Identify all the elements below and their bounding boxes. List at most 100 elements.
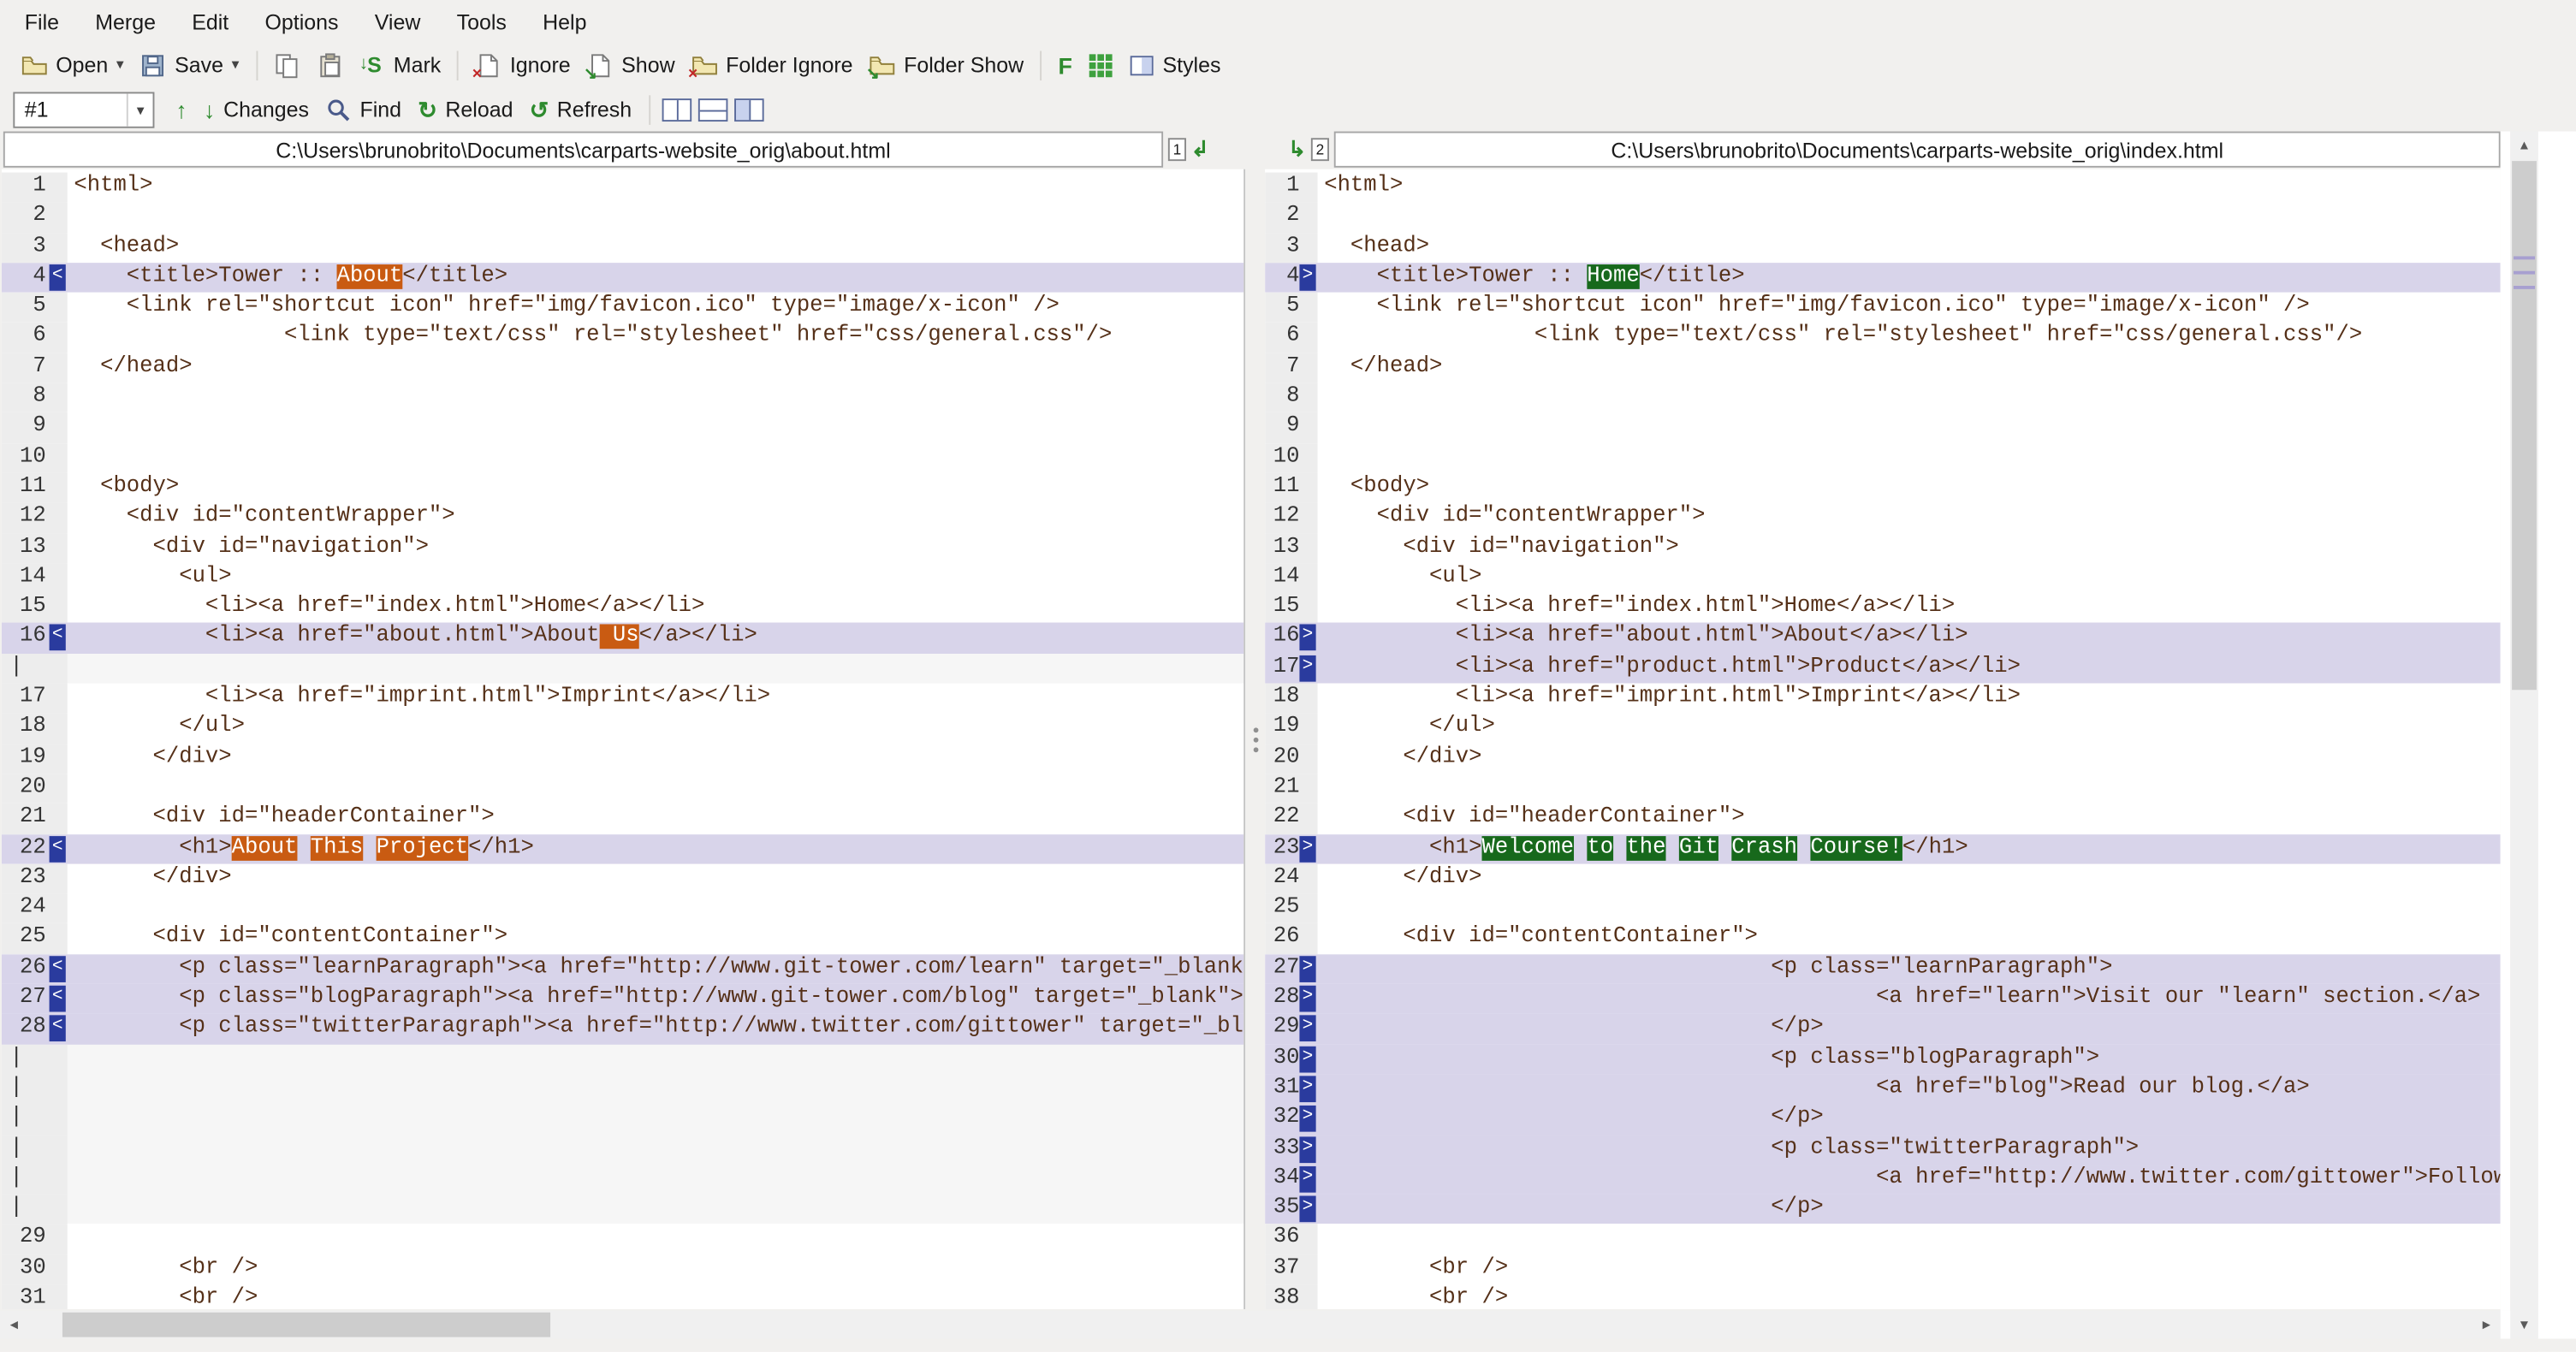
copy-button[interactable] <box>265 47 308 83</box>
code-line[interactable]: <div id="navigation"> <box>1318 533 2501 563</box>
scroll-down-icon[interactable]: ▼ <box>2510 1311 2538 1339</box>
menu-merge[interactable]: Merge <box>77 1 174 42</box>
code-line[interactable] <box>68 1074 1243 1104</box>
code-line[interactable] <box>1318 413 2501 443</box>
scroll-up-icon[interactable]: ▲ <box>2510 132 2538 160</box>
code-line[interactable]: <div id="contentWrapper"> <box>1318 503 2501 533</box>
code-line[interactable] <box>68 774 1243 803</box>
code-line[interactable]: </div> <box>1318 863 2501 893</box>
code-line[interactable]: <link type="text/css" rel="stylesheet" h… <box>1318 323 2501 353</box>
code-line[interactable]: <html> <box>68 173 1243 203</box>
code-line[interactable]: <h1>Welcome to the Git Crash Course!</h1… <box>1318 833 2501 863</box>
code-line[interactable] <box>68 1225 1243 1254</box>
code-line[interactable]: </head> <box>1318 353 2501 382</box>
code-line[interactable]: <p class="learnParagraph"> <box>1318 954 2501 984</box>
font-button[interactable]: F <box>1050 47 1081 83</box>
code-line[interactable]: <div id="headerContainer"> <box>68 803 1243 833</box>
code-line[interactable]: <br /> <box>1318 1284 2501 1309</box>
code-line[interactable]: </div> <box>68 863 1243 893</box>
code-line[interactable] <box>68 1104 1243 1134</box>
combobox-caret-icon[interactable]: ▾ <box>126 92 153 126</box>
open-button[interactable]: Open ▾ <box>13 47 132 83</box>
code-line[interactable]: <h1>About This Project</h1> <box>68 833 1243 863</box>
save-dropdown-caret[interactable]: ▾ <box>232 56 240 74</box>
code-line[interactable]: <br /> <box>1318 1254 2501 1284</box>
scroll-right-icon[interactable]: ► <box>2472 1311 2501 1339</box>
code-line[interactable]: <div id="navigation"> <box>68 533 1243 563</box>
code-line[interactable]: </p> <box>1318 1014 2501 1044</box>
styles-button[interactable]: Styles <box>1120 47 1229 83</box>
layout-vertical-split-icon[interactable] <box>661 98 691 122</box>
code-line[interactable] <box>68 413 1243 443</box>
code-line[interactable]: <title>Tower :: About</title> <box>68 263 1243 293</box>
code-line[interactable]: <ul> <box>1318 563 2501 593</box>
code-line[interactable] <box>68 1165 1243 1195</box>
code-line[interactable]: <li><a href="about.html">About</a></li> <box>1318 623 2501 653</box>
left-code-pane[interactable]: 1 <html> 2 3 <head> 4 < <title>Tower :: About… <box>1 169 1246 1309</box>
code-line[interactable]: <link type="text/css" rel="stylesheet" h… <box>68 323 1243 353</box>
folder-ignore-button[interactable]: × Folder Ignore <box>683 47 861 83</box>
code-line[interactable]: <head> <box>68 233 1243 263</box>
code-line[interactable]: <a href="http://www.twitter.com/gittower… <box>1318 1165 2501 1195</box>
code-line[interactable] <box>68 1195 1243 1225</box>
splitter-grip-icon[interactable] <box>1250 727 1261 753</box>
horizontal-scrollbar[interactable]: ◄ ► <box>0 1310 2501 1339</box>
find-button[interactable]: Find <box>318 92 410 127</box>
code-line[interactable]: <div id="headerContainer"> <box>1318 803 2501 833</box>
menu-edit[interactable]: Edit <box>174 1 246 42</box>
code-line[interactable]: </div> <box>68 744 1243 774</box>
code-line[interactable] <box>1318 1225 2501 1254</box>
code-line[interactable]: <li><a href="product.html">Product</a></… <box>1318 654 2501 684</box>
code-line[interactable]: <li><a href="imprint.html">Imprint</a></… <box>1318 684 2501 714</box>
code-line[interactable] <box>68 203 1243 233</box>
paste-button[interactable] <box>308 47 351 83</box>
menu-help[interactable]: Help <box>525 1 605 42</box>
copy-to-left-icon[interactable]: ↲ <box>1191 136 1209 163</box>
code-line[interactable] <box>68 1135 1243 1165</box>
code-line[interactable]: <head> <box>1318 233 2501 263</box>
code-line[interactable]: <li><a href="about.html">About Us</a></l… <box>68 623 1243 653</box>
code-line[interactable]: <br /> <box>68 1284 1243 1309</box>
copy-to-right-icon[interactable]: ↳ <box>1288 136 1306 163</box>
vertical-scrollbar[interactable]: ▲ ▼ <box>2510 131 2538 1339</box>
code-line[interactable]: <li><a href="index.html">Home</a></li> <box>1318 593 2501 623</box>
code-line[interactable]: <a href="learn">Visit our "learn" sectio… <box>1318 984 2501 1014</box>
code-line[interactable]: <link rel="shortcut icon" href="img/favi… <box>1318 293 2501 323</box>
code-line[interactable]: <a href="blog">Read our blog.</a> <box>1318 1074 2501 1104</box>
code-line[interactable]: <ul> <box>68 563 1243 593</box>
code-line[interactable]: <p class="blogParagraph"> <box>1318 1044 2501 1074</box>
code-line[interactable]: <p class="learnParagraph"><a href="http:… <box>68 954 1243 984</box>
code-line[interactable]: <p class="twitterParagraph"> <box>1318 1135 2501 1165</box>
code-line[interactable]: <div id="contentContainer"> <box>68 924 1243 954</box>
code-line[interactable] <box>68 1044 1243 1074</box>
code-line[interactable]: <body> <box>1318 473 2501 503</box>
code-line[interactable] <box>68 894 1243 924</box>
code-line[interactable]: <p class="blogParagraph"><a href="http:/… <box>68 984 1243 1014</box>
code-line[interactable]: <div id="contentContainer"> <box>1318 924 2501 954</box>
folder-show-button[interactable]: ↘ Folder Show <box>861 47 1032 83</box>
code-line[interactable] <box>1318 443 2501 473</box>
grid-view-button[interactable] <box>1081 48 1120 82</box>
open-dropdown-caret[interactable]: ▾ <box>116 56 124 74</box>
code-line[interactable] <box>68 654 1243 684</box>
next-change-button[interactable]: ↓ Changes <box>195 92 317 127</box>
code-line[interactable] <box>68 382 1243 412</box>
code-line[interactable] <box>1318 382 2501 412</box>
layout-horizontal-split-icon[interactable] <box>697 98 727 122</box>
pane-splitter[interactable] <box>1245 169 1266 1309</box>
code-line[interactable] <box>1318 774 2501 803</box>
layout-single-pane-icon[interactable] <box>733 98 763 122</box>
menu-view[interactable]: View <box>357 1 439 42</box>
reload-button[interactable]: ↻ Reload <box>410 92 521 127</box>
menu-options[interactable]: Options <box>246 1 356 42</box>
code-line[interactable] <box>1318 894 2501 924</box>
code-line[interactable]: <li><a href="imprint.html">Imprint</a></… <box>68 684 1243 714</box>
menu-file[interactable]: File <box>7 1 77 42</box>
code-line[interactable]: <li><a href="index.html">Home</a></li> <box>68 593 1243 623</box>
code-line[interactable]: </head> <box>68 353 1243 382</box>
code-line[interactable]: <p class="twitterParagraph"><a href="htt… <box>68 1014 1243 1044</box>
code-line[interactable]: <body> <box>68 473 1243 503</box>
code-line[interactable]: <title>Tower :: Home</title> <box>1318 263 2501 293</box>
scroll-left-icon[interactable]: ◄ <box>0 1311 28 1339</box>
right-code-pane[interactable]: 1 <html> 2 3 <head> 4 > <title>Tower :: Home<… <box>1265 169 2501 1309</box>
